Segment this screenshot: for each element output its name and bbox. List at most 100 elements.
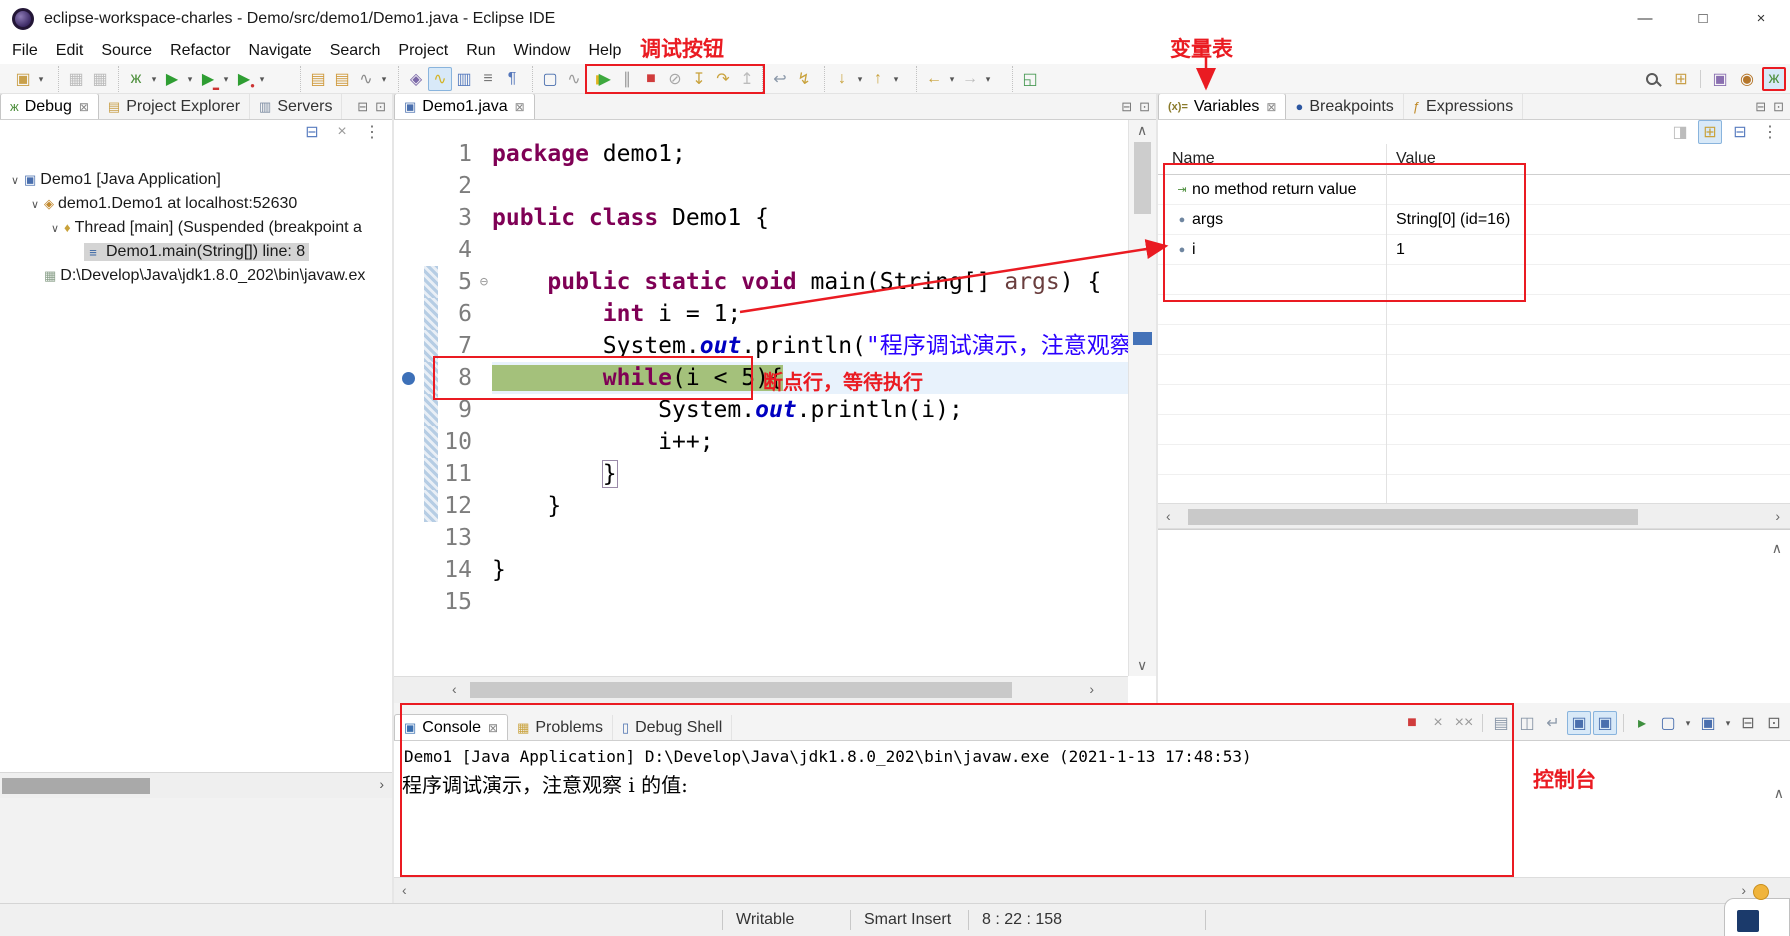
breakpoint-gutter[interactable]	[394, 330, 424, 362]
breakpoint-gutter[interactable]	[394, 298, 424, 330]
dropdown-icon[interactable]: ▾	[890, 74, 902, 85]
code-text[interactable]	[492, 522, 1128, 554]
variable-row[interactable]: ●argsString[0] (id=16)	[1158, 205, 1790, 235]
code-editor[interactable]: 1package demo1;23public class Demo1 {45⊖…	[394, 120, 1128, 676]
save-all-icon[interactable]: ▦	[88, 67, 112, 91]
step-return-icon[interactable]: ↥	[735, 67, 759, 91]
variables-hscrollbar[interactable]: ‹ ›	[1158, 503, 1790, 529]
code-line[interactable]: 6 int i = 1;	[394, 298, 1128, 330]
format-icon[interactable]: ∿	[428, 67, 452, 91]
open-resource-icon[interactable]: ▤	[330, 67, 354, 91]
breakpoint-gutter[interactable]	[394, 170, 424, 202]
open-new-window-icon[interactable]: ◱	[1018, 67, 1042, 91]
empty-row[interactable]	[1158, 265, 1790, 295]
step-over-icon[interactable]: ↷	[711, 67, 735, 91]
maximize-view-icon[interactable]: ⊡	[1139, 99, 1150, 115]
show-type-names-icon[interactable]: ◨	[1668, 120, 1692, 144]
code-line[interactable]: 1package demo1;	[394, 138, 1128, 170]
scroll-up-icon[interactable]: ∧	[1137, 122, 1147, 139]
column-header-value[interactable]: Value	[1386, 150, 1790, 168]
code-line[interactable]: 15	[394, 586, 1128, 618]
dropdown-icon[interactable]: ▾	[854, 74, 866, 85]
minimize-button[interactable]: —	[1616, 0, 1674, 38]
dropdown-icon[interactable]: ▾	[1722, 718, 1734, 729]
line-number[interactable]: 10	[438, 426, 476, 458]
scrollbar-thumb[interactable]	[1134, 142, 1151, 214]
close-icon[interactable]: ⊠	[79, 100, 89, 114]
outline-icon[interactable]: ≡	[476, 67, 500, 91]
current-line-overview-marker[interactable]	[1133, 332, 1152, 345]
step-into-icon[interactable]: ↧	[687, 67, 711, 91]
tree-item[interactable]: ∨◈demo1.Demo1 at localhost:52630	[0, 192, 392, 216]
close-icon[interactable]: ⊠	[488, 721, 498, 735]
line-number[interactable]: 1	[438, 138, 476, 170]
code-text[interactable]: int i = 1;	[492, 298, 1128, 330]
search-icon[interactable]	[1644, 71, 1661, 88]
breakpoint-gutter[interactable]	[394, 394, 424, 426]
tab-demo1.java[interactable]: ▣Demo1.java⊠	[394, 94, 535, 119]
line-number[interactable]: 7	[438, 330, 476, 362]
open-perspective-icon[interactable]: ⊞	[1669, 67, 1693, 91]
view-menu-icon[interactable]: ⋮	[1758, 120, 1782, 144]
notification-popup[interactable]	[1724, 898, 1790, 936]
dropdown-icon[interactable]: ▾	[184, 74, 196, 85]
show-stdout-when-changed-icon[interactable]: ▣	[1567, 711, 1591, 735]
empty-row[interactable]	[1158, 295, 1790, 325]
breakpoint-gutter[interactable]	[394, 426, 424, 458]
resume-icon[interactable]: ▮▶	[591, 67, 615, 91]
line-number[interactable]: 14	[438, 554, 476, 586]
save-icon[interactable]: ▦	[64, 67, 88, 91]
line-number[interactable]: 4	[438, 234, 476, 266]
empty-row[interactable]	[1158, 325, 1790, 355]
debug-perspective-icon[interactable]: ж	[1762, 67, 1786, 91]
previous-annotation-icon[interactable]: ↑	[866, 67, 890, 91]
breakpoint-gutter[interactable]	[394, 458, 424, 490]
code-line[interactable]: 2	[394, 170, 1128, 202]
editor-vscrollbar[interactable]: ∧ ∨	[1128, 120, 1156, 676]
debug-panel-hscrollbar[interactable]: ›	[0, 772, 392, 798]
clear-console-icon[interactable]: ▤	[1489, 711, 1513, 735]
tab-console[interactable]: ▣Console⊠	[394, 714, 508, 740]
code-line[interactable]: 12 }	[394, 490, 1128, 522]
menu-edit[interactable]: Edit	[56, 42, 84, 60]
use-step-filters-icon[interactable]: ↯	[792, 67, 816, 91]
new-wizard-icon[interactable]: ▣	[11, 67, 35, 91]
expander-icon[interactable]: ∨	[46, 222, 64, 235]
display-console-icon[interactable]: ▢	[538, 67, 562, 91]
dropdown-icon[interactable]: ▾	[378, 74, 390, 85]
breakpoint-gutter[interactable]	[394, 266, 424, 298]
scroll-lock-icon[interactable]: ◫	[1515, 711, 1539, 735]
scroll-left-icon[interactable]: ‹	[452, 681, 457, 697]
variable-row[interactable]: ●i1	[1158, 235, 1790, 265]
expander-icon[interactable]: ∨	[26, 198, 44, 211]
maximize-view-icon[interactable]: ⊡	[375, 99, 386, 115]
remove-all-terminated-icon[interactable]: ×	[330, 120, 354, 144]
run-icon[interactable]: ▶	[160, 67, 184, 91]
menu-file[interactable]: File	[12, 42, 38, 60]
display-selected-console-icon[interactable]: ▢	[1656, 711, 1680, 735]
maximize-button[interactable]: □	[1674, 0, 1732, 38]
remove-all-launches-icon[interactable]: ××	[1452, 711, 1476, 735]
empty-row[interactable]	[1158, 355, 1790, 385]
tab-problems[interactable]: ▦Problems	[508, 715, 613, 740]
scroll-up-icon[interactable]: ∧	[1774, 785, 1784, 802]
variables-detail-pane[interactable]: ∧	[1158, 529, 1790, 703]
maximize-view-icon[interactable]: ⊡	[1773, 99, 1784, 115]
line-number[interactable]: 3	[438, 202, 476, 234]
scroll-right-icon[interactable]: ›	[1741, 882, 1746, 898]
tab-debug[interactable]: жDebug⊠	[0, 94, 99, 119]
empty-row[interactable]	[1158, 415, 1790, 445]
code-text[interactable]: }	[492, 458, 1128, 490]
word-wrap-icon[interactable]: ↵	[1541, 711, 1565, 735]
code-line[interactable]: 4	[394, 234, 1128, 266]
empty-row[interactable]	[1158, 475, 1790, 503]
show-whitespace-icon[interactable]: ¶	[500, 67, 524, 91]
console-output-area[interactable]: Demo1 [Java Application] D:\Develop\Java…	[394, 741, 1790, 877]
dropdown-icon[interactable]: ▾	[256, 74, 268, 85]
scroll-up-icon[interactable]: ∧	[1772, 540, 1782, 557]
collapse-all-icon[interactable]: ⊟	[300, 120, 324, 144]
coverage-icon[interactable]: ▶▂	[196, 67, 220, 91]
scrollbar-thumb[interactable]	[2, 778, 150, 794]
dropdown-icon[interactable]: ▾	[1682, 718, 1694, 729]
line-number[interactable]: 13	[438, 522, 476, 554]
